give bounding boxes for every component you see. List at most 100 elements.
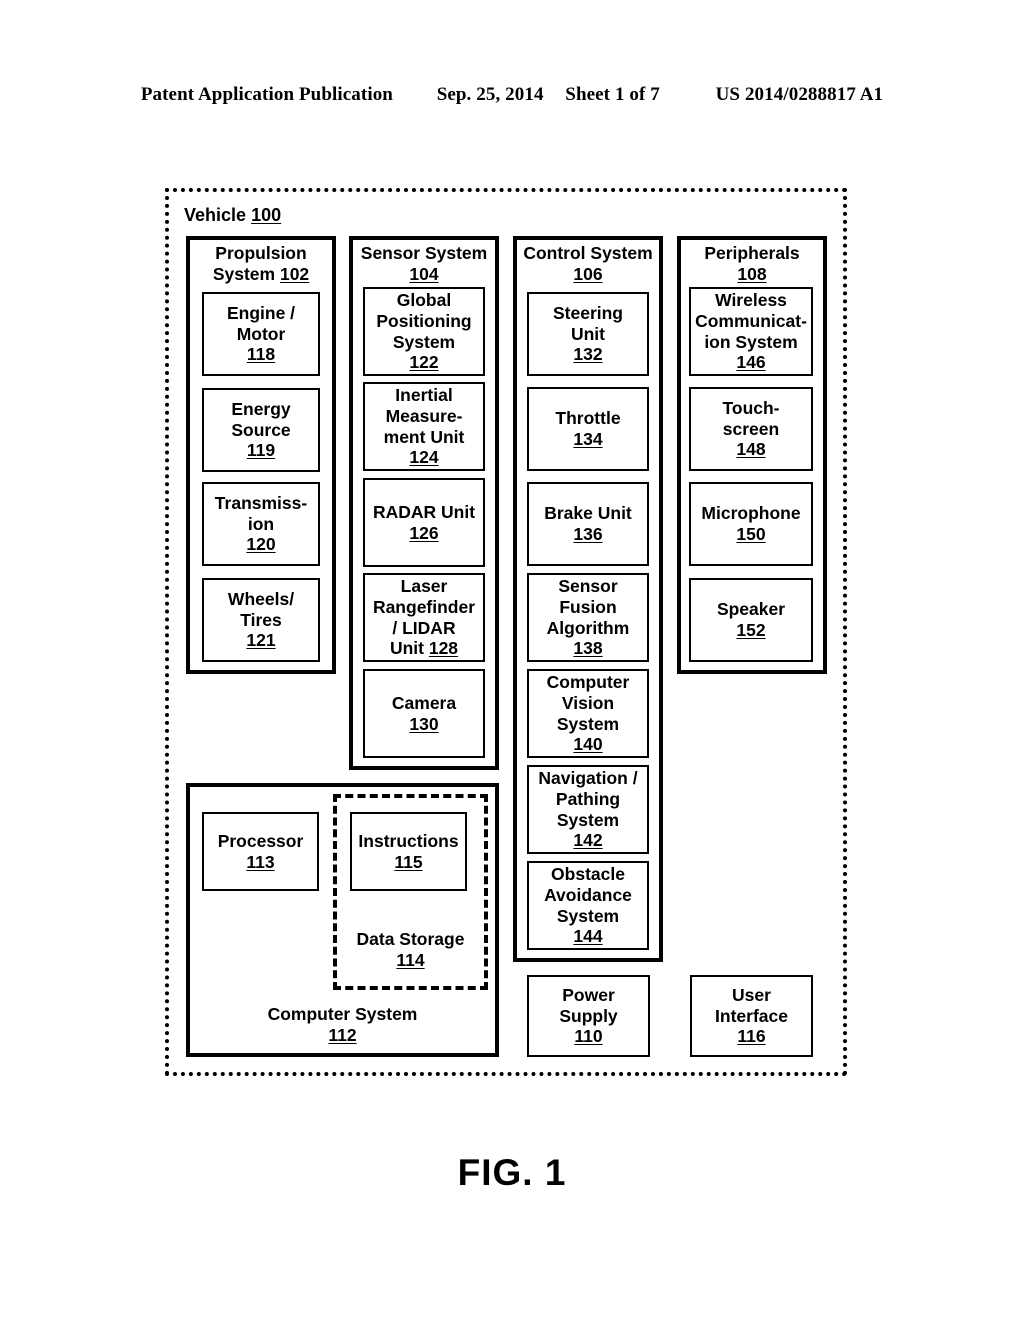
- imu-line3: ment Unit: [383, 426, 465, 447]
- peripherals-title-line1: Peripherals: [704, 243, 800, 263]
- vehicle-ref: 100: [251, 205, 282, 225]
- box-computer-vision-system[interactable]: Computer Vision System 140: [527, 669, 649, 758]
- cv-line1: Computer: [546, 672, 630, 693]
- camera-line1: Camera: [391, 692, 457, 713]
- power-supply-line1: Power: [562, 985, 615, 1006]
- box-steering-unit[interactable]: Steering Unit 132: [527, 292, 649, 376]
- fusion-ref: 138: [573, 638, 603, 659]
- propulsion-title-line2: System: [212, 264, 276, 284]
- user-interface-ref: 116: [737, 1026, 766, 1047]
- box-brake-unit[interactable]: Brake Unit 136: [527, 482, 649, 566]
- sensor-title-line1: Sensor System: [360, 243, 488, 263]
- processor-line1: Processor: [217, 830, 304, 851]
- radar-line1: RADAR Unit: [372, 501, 476, 522]
- nav-ref: 142: [573, 830, 603, 851]
- box-obstacle-avoidance-system[interactable]: Obstacle Avoidance System 144: [527, 861, 649, 950]
- box-global-positioning-system[interactable]: Global Positioning System 122: [363, 287, 485, 376]
- steering-line2: Unit: [570, 323, 606, 344]
- nav-line1: Navigation /: [538, 768, 638, 789]
- box-wheels-tires[interactable]: Wheels/ Tires 121: [202, 578, 320, 662]
- microphone-line1: Microphone: [701, 503, 801, 524]
- fusion-line3: Algorithm: [546, 617, 630, 638]
- control-ref: 106: [573, 264, 603, 284]
- vehicle-label-text: Vehicle: [184, 205, 247, 225]
- obstacle-line3: System: [556, 905, 620, 926]
- box-inertial-measurement-unit[interactable]: Inertial Measure- ment Unit 124: [363, 382, 485, 471]
- box-instructions[interactable]: Instructions 115: [350, 812, 467, 891]
- propulsion-title-line1: Propulsion: [215, 243, 307, 263]
- obstacle-ref: 144: [573, 926, 603, 947]
- speaker-line1: Speaker: [716, 599, 786, 620]
- figure-caption: FIG. 1: [457, 1152, 567, 1193]
- gps-line2: Positioning: [376, 310, 472, 331]
- lidar-line4: Unit: [389, 638, 429, 659]
- obstacle-line1: Obstacle: [551, 864, 625, 885]
- brake-ref: 136: [573, 524, 603, 544]
- instructions-line1: Instructions: [358, 830, 459, 851]
- engine-motor-line1: Engine /: [226, 303, 296, 324]
- transmission-ref: 120: [246, 534, 276, 555]
- header-document-number: US 2014/0288817 A1: [715, 84, 884, 105]
- box-sensor-fusion-algorithm[interactable]: Sensor Fusion Algorithm 138: [527, 573, 649, 662]
- cv-line2: Vision: [561, 692, 615, 713]
- box-touchscreen[interactable]: Touch- screen 148: [689, 387, 813, 471]
- box-throttle[interactable]: Throttle 134: [527, 387, 649, 471]
- propulsion-ref: 102: [279, 264, 310, 284]
- cv-ref: 140: [573, 734, 603, 755]
- box-power-supply[interactable]: Power Supply 110: [527, 975, 650, 1057]
- power-supply-ref: 110: [574, 1026, 603, 1047]
- lidar-line1: Laser: [400, 576, 448, 597]
- nav-line2: Pathing: [555, 788, 621, 809]
- vehicle-label: Vehicle 100: [184, 205, 281, 226]
- box-microphone[interactable]: Microphone 150: [689, 482, 813, 566]
- data-storage-ref: 114: [396, 950, 425, 970]
- brake-line1: Brake Unit: [544, 503, 632, 524]
- transmission-line2: ion: [247, 513, 275, 534]
- box-wireless-communication-system[interactable]: Wireless Communicat- ion System 146: [689, 287, 813, 376]
- energy-source-ref: 119: [246, 440, 276, 461]
- touchscreen-line1: Touch-: [722, 398, 780, 419]
- control-title-line1: Control System: [523, 243, 653, 263]
- processor-ref: 113: [246, 851, 275, 872]
- box-speaker[interactable]: Speaker 152: [689, 578, 813, 662]
- lidar-line3: / LIDAR: [392, 617, 456, 638]
- obstacle-line2: Avoidance: [544, 884, 632, 905]
- computer-system-ref: 112: [328, 1025, 357, 1045]
- peripherals-ref: 108: [737, 264, 767, 284]
- transmission-line1: Transmiss-: [214, 493, 308, 514]
- computer-system-line1: Computer System: [267, 1004, 418, 1024]
- box-laser-rangefinder-lidar-unit[interactable]: Laser Rangefinder / LIDAR Unit 128: [363, 573, 485, 662]
- engine-motor-ref: 118: [246, 344, 276, 365]
- box-engine-motor[interactable]: Engine / Motor 118: [202, 292, 320, 376]
- user-interface-line1: User: [732, 985, 771, 1006]
- group-propulsion-system-title: Propulsion System 102: [186, 243, 336, 285]
- speaker-ref: 152: [736, 620, 766, 640]
- nav-line3: System: [556, 809, 620, 830]
- imu-ref: 124: [409, 447, 439, 468]
- throttle-ref: 134: [573, 429, 603, 449]
- fusion-line1: Sensor: [558, 576, 618, 597]
- header-sheet: Sheet 1 of 7: [565, 84, 660, 105]
- box-processor[interactable]: Processor 113: [202, 812, 319, 891]
- box-energy-source[interactable]: Energy Source 119: [202, 388, 320, 472]
- touchscreen-ref: 148: [736, 439, 766, 460]
- box-user-interface[interactable]: User Interface 116: [690, 975, 813, 1057]
- box-navigation-pathing-system[interactable]: Navigation / Pathing System 142: [527, 765, 649, 854]
- wireless-line1: Wireless: [715, 290, 787, 311]
- power-supply-line2: Supply: [559, 1005, 618, 1026]
- gps-line3: System: [392, 331, 456, 352]
- imu-line2: Measure-: [385, 405, 463, 426]
- box-radar-unit[interactable]: RADAR Unit 126: [363, 478, 485, 567]
- data-storage-line1: Data Storage: [356, 929, 465, 949]
- gps-ref: 122: [409, 352, 439, 373]
- lidar-line2: Rangefinder: [372, 596, 476, 617]
- energy-source-line2: Source: [231, 419, 291, 440]
- sensor-ref: 104: [409, 264, 439, 284]
- box-transmission[interactable]: Transmiss- ion 120: [202, 482, 320, 566]
- user-interface-line2: Interface: [715, 1005, 788, 1026]
- data-storage-label: Data Storage 114: [333, 929, 488, 971]
- box-camera[interactable]: Camera 130: [363, 669, 485, 758]
- radar-ref: 126: [409, 522, 439, 543]
- computer-system-label: Computer System 112: [186, 1004, 499, 1046]
- steering-line1: Steering: [552, 303, 624, 324]
